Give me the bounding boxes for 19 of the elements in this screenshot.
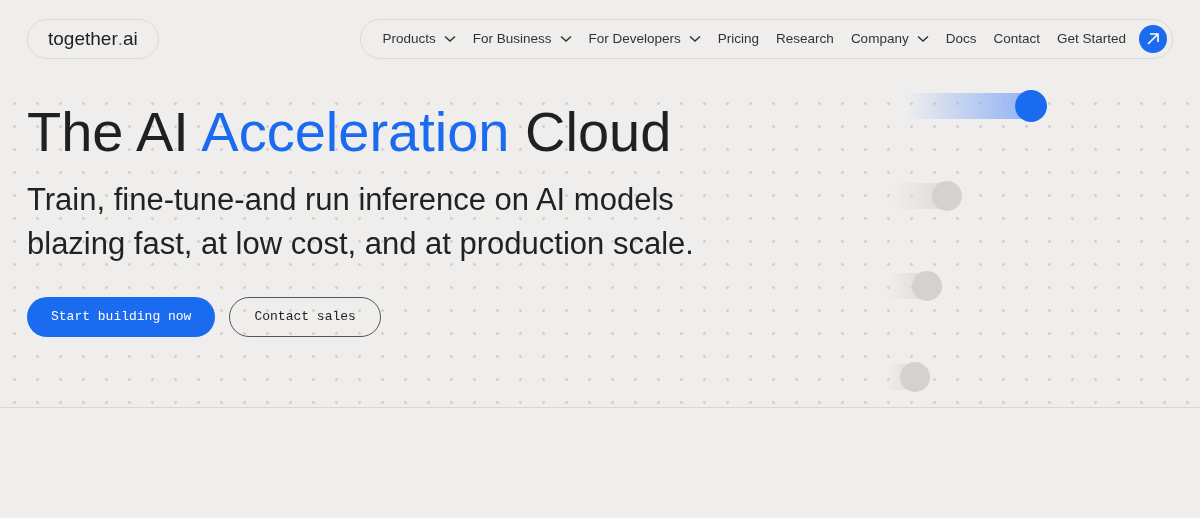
arrow-button[interactable]: [1139, 25, 1167, 53]
chevron-down-icon: [916, 35, 929, 43]
headline: The AI Acceleration Cloud: [27, 100, 673, 164]
nav-link[interactable]: Research: [768, 28, 842, 50]
arrow-up-right-icon: [1146, 32, 1160, 46]
nav-link[interactable]: For Developers: [580, 28, 709, 50]
nav-link[interactable]: Products: [374, 28, 464, 50]
nav-link[interactable]: For Business: [464, 28, 580, 50]
nav-link[interactable]: Pricing: [709, 28, 768, 50]
start-button[interactable]: Start building now: [27, 297, 216, 337]
nav-link[interactable]: Get Started: [1048, 28, 1134, 50]
chevron-down-icon: [688, 35, 701, 43]
nav-link[interactable]: Docs: [937, 28, 985, 50]
nav-link[interactable]: Company: [842, 28, 937, 50]
subtitle-line: Train, fine-tune-and run inference on AI models: [27, 181, 674, 219]
chevron-down-icon: [443, 35, 456, 43]
nav-link[interactable]: Contact: [985, 28, 1048, 50]
chevron-down-icon: [559, 35, 572, 43]
subtitle-line: blazing fast, at low cost, and at production scale.: [27, 225, 694, 263]
